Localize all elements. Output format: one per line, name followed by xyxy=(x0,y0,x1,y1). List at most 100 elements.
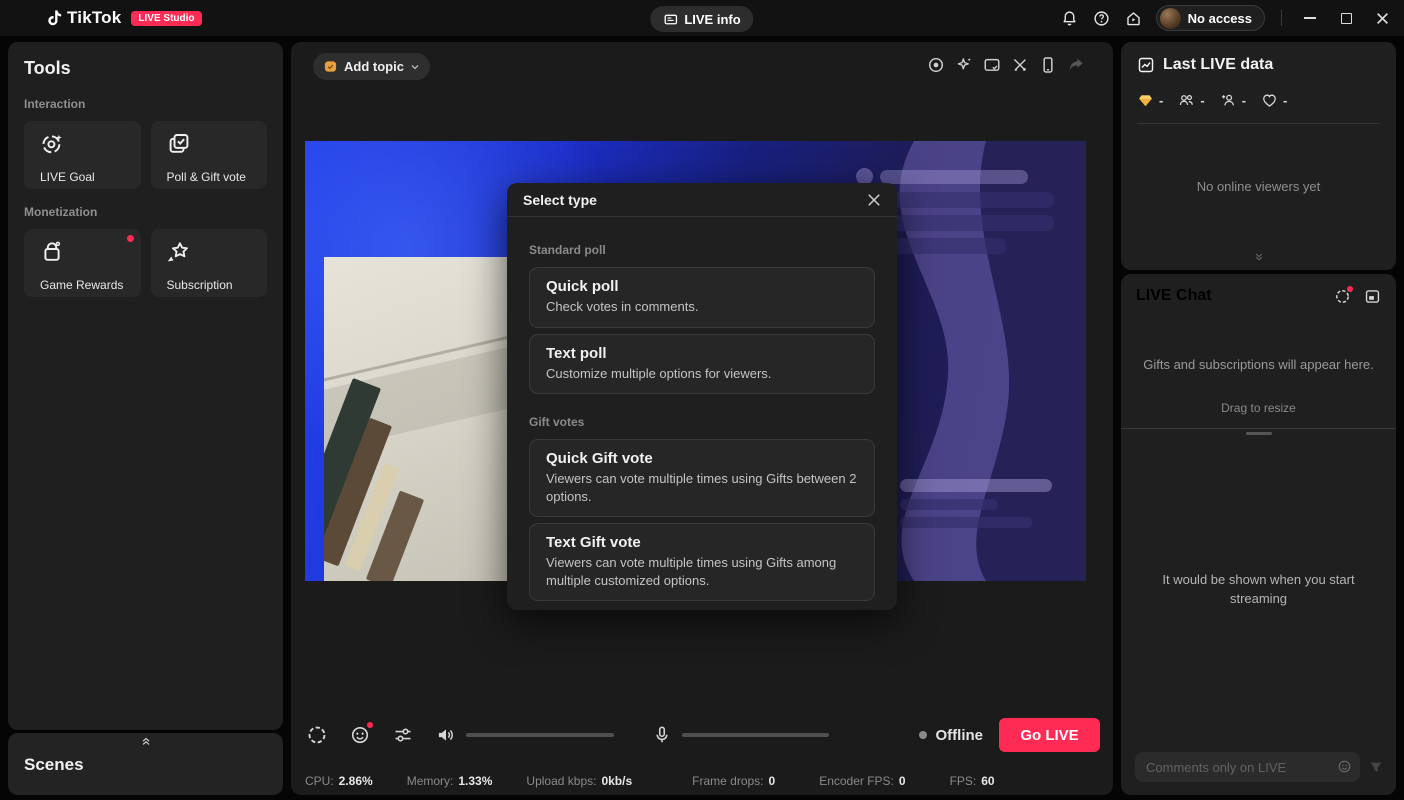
performance-stats: CPU:2.86% Memory:1.33% Upload kbps:0kb/s… xyxy=(305,774,1029,788)
notification-dot xyxy=(1347,286,1353,292)
metric-diamonds: - xyxy=(1137,92,1163,109)
no-viewers-text: No online viewers yet xyxy=(1137,179,1380,194)
viewers-icon xyxy=(1178,92,1195,109)
tool-label: Poll & Gift vote xyxy=(167,170,268,184)
live-goal-icon xyxy=(40,132,64,156)
tool-label: Game Rewards xyxy=(40,278,141,292)
chat-resize-divider[interactable] xyxy=(1121,428,1396,429)
diamonds-icon xyxy=(1137,92,1154,109)
add-topic-button[interactable]: Add topic xyxy=(313,53,430,80)
offline-label: Offline xyxy=(936,727,984,744)
creator-home-icon[interactable] xyxy=(1118,4,1150,32)
tools-title: Tools xyxy=(24,58,267,79)
help-icon[interactable] xyxy=(1086,4,1118,32)
game-rewards-icon xyxy=(40,240,64,264)
chart-icon xyxy=(1137,56,1155,74)
chevron-double-up-icon xyxy=(140,735,152,747)
minimize-button[interactable] xyxy=(1292,3,1328,33)
metric-new-followers: - xyxy=(1220,92,1246,109)
gift-votes-section-label: Gift votes xyxy=(529,415,875,429)
tool-game-rewards[interactable]: Game Rewards xyxy=(24,229,141,297)
option-quick-gift-vote[interactable]: Quick Gift vote Viewers can vote multipl… xyxy=(529,439,875,517)
modal-title: Select type xyxy=(523,192,597,208)
option-text-gift-vote[interactable]: Text Gift vote Viewers can vote multiple… xyxy=(529,523,875,601)
settings-gear-icon[interactable] xyxy=(305,723,329,747)
scenes-panel: Scenes xyxy=(8,733,283,795)
add-topic-label: Add topic xyxy=(344,59,404,74)
drag-handle[interactable] xyxy=(1246,432,1272,435)
microphone-icon[interactable] xyxy=(650,723,674,747)
scenes-collapse-button[interactable] xyxy=(8,733,283,749)
stream-controls: Offline Go LIVE xyxy=(305,713,1100,757)
mobile-preview-icon[interactable] xyxy=(1039,56,1057,74)
logo-text: TikTok xyxy=(67,8,121,28)
avatar xyxy=(1160,8,1181,29)
speaker-volume-slider[interactable] xyxy=(466,733,614,737)
tools-panel: Tools Interaction LIVE Goal Poll & Gift … xyxy=(8,42,283,730)
record-icon[interactable] xyxy=(927,56,945,74)
subscription-icon xyxy=(167,240,191,264)
maximize-icon xyxy=(1341,13,1352,24)
poll-vote-icon xyxy=(167,132,191,156)
monetization-section-label: Monetization xyxy=(24,205,267,219)
panel-check-icon[interactable] xyxy=(983,56,1001,74)
scenes-title: Scenes xyxy=(24,755,283,775)
panel-collapse-button[interactable] xyxy=(1253,250,1265,268)
tool-poll-gift-vote[interactable]: Poll & Gift vote xyxy=(151,121,268,189)
stream-hint-text: It would be shown when you start streami… xyxy=(1154,571,1364,609)
filter-icon[interactable] xyxy=(1368,759,1384,775)
gifts-hint-text: Gifts and subscriptions will appear here… xyxy=(1121,357,1396,372)
tool-subscription[interactable]: Subscription xyxy=(151,229,268,297)
live-chat-title: LIVE Chat xyxy=(1136,287,1212,305)
notification-dot xyxy=(127,235,134,242)
option-desc: Customize multiple options for viewers. xyxy=(546,365,858,383)
option-quick-poll[interactable]: Quick poll Check votes in comments. xyxy=(529,267,875,328)
effects-sparkle-icon[interactable] xyxy=(955,56,973,74)
stat-memory: Memory:1.33% xyxy=(407,774,493,788)
metric-likes: - xyxy=(1261,92,1287,109)
microphone-volume-slider[interactable] xyxy=(682,733,829,737)
modal-close-button[interactable] xyxy=(867,193,881,207)
comment-input[interactable] xyxy=(1135,752,1360,782)
live-info-label: LIVE info xyxy=(684,12,740,27)
drag-to-resize-text: Drag to resize xyxy=(1121,401,1396,415)
option-title: Quick poll xyxy=(546,278,858,295)
topic-icon xyxy=(323,59,338,74)
chevron-down-icon xyxy=(410,62,420,72)
stream-status: Offline xyxy=(919,727,984,744)
speaker-icon[interactable] xyxy=(434,723,458,747)
account-pill[interactable]: No access xyxy=(1156,5,1265,31)
minimize-icon xyxy=(1304,17,1316,19)
app-window: TikTok LIVE Studio LIVE info No access xyxy=(0,0,1404,800)
filters-sliders-icon[interactable] xyxy=(391,723,415,747)
option-text-poll[interactable]: Text poll Customize multiple options for… xyxy=(529,334,875,395)
interaction-section-label: Interaction xyxy=(24,97,267,111)
emoji-icon[interactable] xyxy=(1337,759,1352,774)
tool-label: LIVE Goal xyxy=(40,170,141,184)
enhance-face-icon[interactable] xyxy=(348,723,372,747)
option-desc: Viewers can vote multiple times using Gi… xyxy=(546,554,858,589)
select-type-modal: Select type Standard poll Quick poll Che… xyxy=(507,183,897,610)
notification-dot xyxy=(367,722,373,728)
chat-popout-icon[interactable] xyxy=(1364,288,1381,305)
tool-live-goal[interactable]: LIVE Goal xyxy=(24,121,141,189)
new-followers-icon xyxy=(1220,92,1237,109)
account-status: No access xyxy=(1188,11,1252,26)
close-button[interactable] xyxy=(1364,3,1400,33)
option-title: Text Gift vote xyxy=(546,534,858,551)
maximize-button[interactable] xyxy=(1328,3,1364,33)
camera-feed xyxy=(324,257,524,581)
battle-swords-icon[interactable] xyxy=(1011,56,1029,74)
chevron-double-down-icon xyxy=(1253,251,1265,263)
close-icon xyxy=(867,193,881,207)
option-desc: Viewers can vote multiple times using Gi… xyxy=(546,470,858,505)
option-desc: Check votes in comments. xyxy=(546,298,858,316)
live-info-button[interactable]: LIVE info xyxy=(650,6,753,32)
metric-viewers: - xyxy=(1178,92,1204,109)
notifications-bell-icon[interactable] xyxy=(1054,4,1086,32)
share-icon[interactable] xyxy=(1067,56,1085,74)
card-icon xyxy=(663,12,678,27)
option-title: Quick Gift vote xyxy=(546,450,858,467)
go-live-button[interactable]: Go LIVE xyxy=(999,718,1100,752)
chat-settings-icon[interactable] xyxy=(1334,288,1351,305)
